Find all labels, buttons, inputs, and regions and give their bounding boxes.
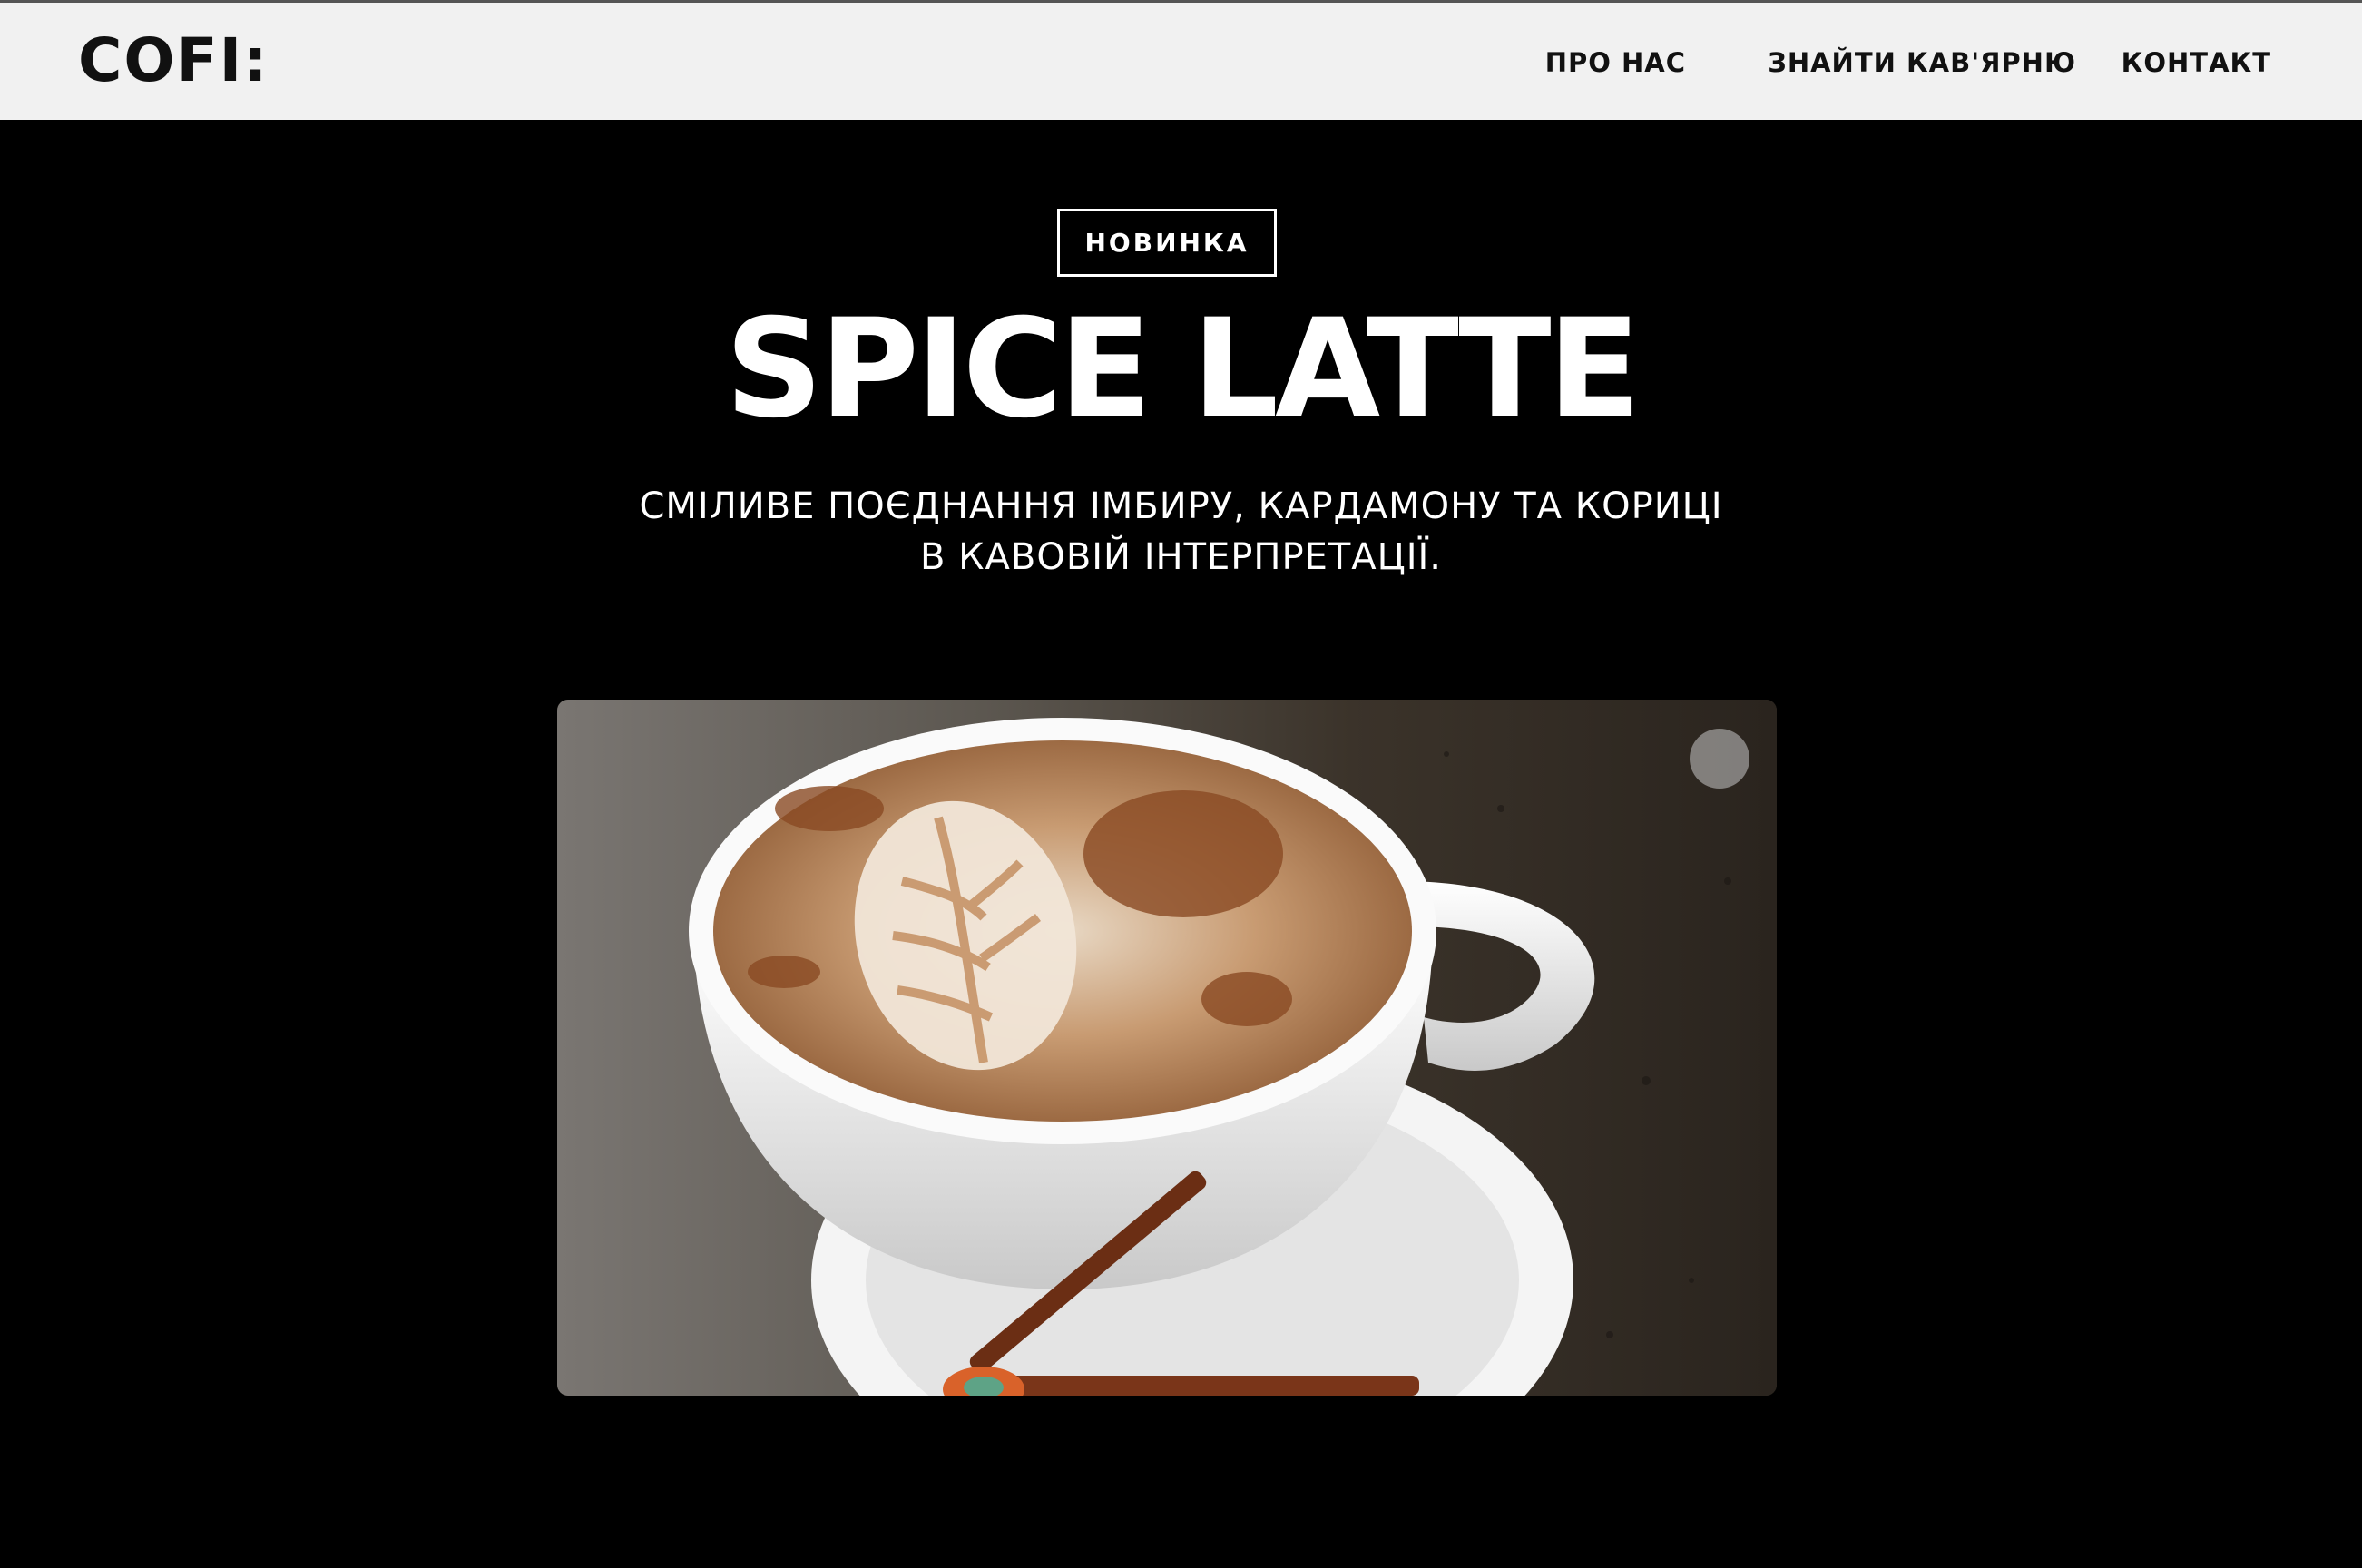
hero-subtitle-line-2: В КАВОВІЙ ІНТЕРПРЕТАЦІЇ. <box>919 536 1443 578</box>
logo[interactable]: COFI: <box>78 24 270 97</box>
nav-item-about[interactable]: ПРО НАС <box>1545 43 1686 83</box>
hero-title: SPICE LATTE <box>724 290 1641 448</box>
latte-illustration <box>557 700 1777 1396</box>
carousel-dot-icon[interactable] <box>1690 729 1749 789</box>
site-header: COFI: ПРО НАС ЗНАЙТИ КАВ'ЯРНЮ КОНТАКТ <box>0 0 2362 120</box>
hero-subtitle-line-1: СМІЛИВЕ ПОЄДНАННЯ ІМБИРУ, КАРДАМОНУ ТА К… <box>639 485 1723 527</box>
nav-item-contact[interactable]: КОНТАКТ <box>2122 43 2271 83</box>
nav-item-find-cafe[interactable]: ЗНАЙТИ КАВ'ЯРНЮ <box>1768 43 2076 83</box>
new-badge: НОВИНКА <box>1057 209 1277 277</box>
hero-image <box>557 700 1777 1396</box>
